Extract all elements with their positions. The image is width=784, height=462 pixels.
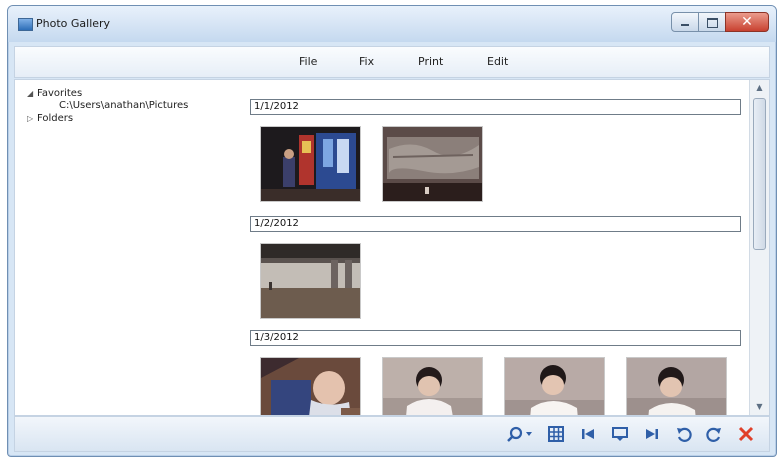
menu-print[interactable]: Print [418,55,443,68]
tree-item-folders-label: Folders [37,113,74,124]
menu-fix[interactable]: Fix [359,55,374,68]
zoom-button[interactable] [507,425,537,443]
next-icon [646,429,658,439]
collapsed-arrow-icon[interactable]: ▷ [27,114,37,123]
scrollbar-thumb[interactable] [753,98,766,250]
close-icon: ✕ [741,14,753,30]
photo-store-aisle [261,127,360,201]
previous-icon [582,429,594,439]
photo-overpass [261,244,360,318]
rotate-right-icon [706,427,721,442]
photo-gallery-area: 1/1/2012 1/2/2012 1/3/2012 [245,80,747,415]
date-group-header[interactable]: 1/1/2012 [250,99,741,115]
delete-icon [738,426,754,442]
photo-thumbnail[interactable] [382,357,483,415]
slideshow-icon [612,427,628,441]
menu-edit[interactable]: Edit [487,55,508,68]
photo-thumbnail[interactable] [260,357,361,415]
maximize-icon [707,18,718,28]
tree-item-pictures-path[interactable]: C:\Users\anathan\Pictures [59,100,188,111]
slideshow-button[interactable] [611,425,629,443]
photo-thumbnail[interactable] [260,243,361,319]
title-bar[interactable]: Photo Gallery ✕ [8,6,776,42]
scroll-down-icon[interactable]: ▼ [750,399,769,415]
grid-view-button[interactable] [547,425,565,443]
window-controls: ✕ [671,12,769,32]
navigation-tree: ◢ Favorites C:\Users\anathan\Pictures ▷ Fo… [15,80,245,415]
photo-baby-crawling-3 [627,358,726,415]
window-title: Photo Gallery [36,17,111,30]
close-button[interactable]: ✕ [725,12,769,32]
rotate-left-button[interactable] [675,425,693,443]
date-group-header[interactable]: 1/2/2012 [250,216,741,232]
tree-item-folders[interactable]: ▷ Folders [27,113,73,124]
menu-file[interactable]: File [299,55,317,68]
photo-thumbnail[interactable] [260,126,361,202]
vertical-scrollbar[interactable]: ▲ ▼ [749,80,769,415]
zoom-icon [507,426,532,442]
expanded-arrow-icon[interactable]: ◢ [27,89,37,98]
photo-rock-texture [383,127,482,201]
photo-baby-crawling-2 [505,358,604,415]
next-button[interactable] [643,425,661,443]
date-group-header[interactable]: 1/3/2012 [250,330,741,346]
maximize-button[interactable] [698,12,726,32]
photo-thumbnail[interactable] [626,357,727,415]
photo-gallery-window: Photo Gallery ✕ File Fix Print Edit ◢ Fav… [7,5,777,457]
rotate-right-button[interactable] [705,425,723,443]
main-content: ◢ Favorites C:\Users\anathan\Pictures ▷ Fo… [14,79,770,416]
rotate-left-icon [677,427,692,442]
menu-bar: File Fix Print Edit [14,46,770,78]
minimize-button[interactable] [671,12,699,32]
photo-thumbnail[interactable] [382,126,483,202]
bottom-toolbar [14,416,770,452]
photo-baby-stroller [261,358,360,415]
tree-item-pictures-label: C:\Users\anathan\Pictures [59,100,189,111]
previous-button[interactable] [579,425,597,443]
app-icon [18,18,33,31]
photo-baby-crawling-1 [383,358,482,415]
tree-item-favorites[interactable]: ◢ Favorites [27,88,82,99]
grid-view-icon [548,426,564,442]
scroll-up-icon[interactable]: ▲ [750,80,769,96]
delete-button[interactable] [737,425,755,443]
minimize-icon [681,24,689,26]
photo-thumbnail[interactable] [504,357,605,415]
tree-item-favorites-label: Favorites [37,88,83,99]
